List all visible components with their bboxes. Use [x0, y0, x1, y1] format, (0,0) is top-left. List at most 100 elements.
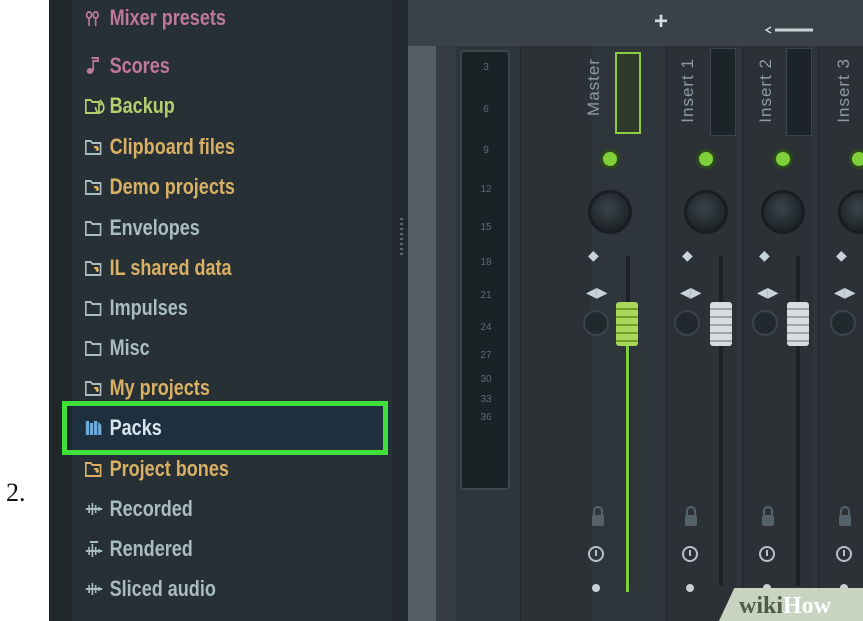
clock-icon[interactable] [759, 546, 775, 562]
volume-fader[interactable] [787, 302, 809, 346]
meter-tick: 3 [483, 62, 489, 73]
browser-item-label: Impulses [109, 295, 188, 320]
folder-icon [85, 339, 110, 357]
stereo-separation-icon[interactable]: ◆ [836, 248, 847, 262]
browser-item-label: Demo projects [109, 174, 235, 199]
browser-item-clipboard-files[interactable]: Clipboard files [85, 127, 235, 167]
swap-channels-icon[interactable]: ◀▶ [834, 284, 856, 301]
meter-tick: 15 [480, 222, 492, 233]
browser-item-label: Envelopes [109, 215, 200, 240]
browser-item-envelopes[interactable]: Envelopes [85, 208, 200, 248]
track-enable-led[interactable] [699, 152, 713, 166]
browser-edge [49, 0, 72, 621]
meter-tick: 24 [480, 322, 492, 333]
route-dot[interactable] [686, 584, 694, 592]
track-name: Insert 3 [834, 58, 853, 123]
browser-item-scores[interactable]: Scores [85, 46, 170, 86]
folder-link-icon [85, 460, 110, 478]
meter-tick: 18 [480, 257, 492, 268]
browser-item-label: Clipboard files [109, 134, 235, 159]
waveform-icon [85, 500, 110, 518]
folder-link-icon [85, 138, 110, 156]
swap-channels-icon[interactable]: ◀▶ [757, 284, 779, 301]
browser-item-label: Project bones [109, 456, 229, 481]
meter-tick: 9 [483, 145, 489, 156]
track-enable-led[interactable] [776, 152, 790, 166]
route-dot[interactable] [592, 584, 600, 592]
watermark-part: wiki [739, 593, 784, 619]
track-name: Insert 2 [756, 58, 775, 123]
browser-item-recorded[interactable]: Recorded [85, 489, 193, 529]
meter-tick: 12 [480, 184, 492, 195]
browser-item-rendered[interactable]: Rendered [85, 529, 193, 569]
browser-item-il-shared-data[interactable]: IL shared data [85, 248, 232, 288]
swap-channels-icon[interactable]: ◀▶ [680, 284, 702, 301]
meter-tick: 36 [480, 412, 492, 423]
lock-icon[interactable] [761, 506, 775, 528]
splitter-grip[interactable] [400, 218, 403, 258]
master-level-line [626, 330, 629, 592]
lock-icon[interactable] [684, 506, 698, 528]
clock-icon[interactable] [682, 546, 698, 562]
folder-icon [85, 219, 110, 237]
lock-icon[interactable] [838, 506, 852, 528]
panel-splitter[interactable] [392, 0, 408, 621]
stereo-knob[interactable] [830, 310, 856, 336]
browser-item-impulses[interactable]: Impulses [85, 288, 188, 328]
browser-item-label: IL shared data [109, 255, 232, 280]
backup-folder-icon [85, 97, 110, 115]
level-meter-scale: 3 6 9 12 15 18 21 24 27 30 33 36 [460, 50, 510, 490]
track-enable-led[interactable] [603, 152, 617, 166]
browser-item-sliced-audio[interactable]: Sliced audio [85, 569, 216, 609]
wikihow-watermark: wikiHow [739, 593, 831, 620]
browser-item-label: Misc [109, 335, 150, 360]
master-meter-window [615, 52, 641, 134]
swap-channels-icon[interactable]: ◀▶ [586, 284, 608, 301]
browser-item-backup[interactable]: Backup [85, 86, 175, 126]
meter-tick: 6 [483, 104, 489, 115]
stereo-knob[interactable] [583, 310, 609, 336]
stereo-separation-icon[interactable]: ◆ [682, 248, 693, 262]
browser-item-demo-projects[interactable]: Demo projects [85, 167, 235, 207]
mixer-panel: + 3 6 9 12 15 18 21 24 27 30 33 36 Maste… [408, 0, 863, 621]
volume-fader[interactable] [616, 302, 638, 346]
mixer-scrollbar[interactable] [408, 46, 436, 621]
browser-item-label: Backup [109, 93, 175, 118]
browser-panel: Mixer presets Scores Backup Clipboard fi… [49, 0, 399, 621]
pan-knob[interactable] [684, 190, 728, 234]
packs-highlight-box [62, 401, 388, 455]
pan-knob[interactable] [761, 190, 805, 234]
step-number: 2. [6, 478, 26, 507]
stereo-knob[interactable] [674, 310, 700, 336]
browser-item-mixer-presets[interactable]: Mixer presets [85, 0, 226, 38]
stereo-separation-icon[interactable]: ◆ [588, 248, 599, 262]
folder-link-icon [85, 178, 110, 196]
add-track-button[interactable]: + [654, 8, 668, 36]
clock-icon[interactable] [836, 546, 852, 562]
browser-item-label: Rendered [109, 536, 193, 561]
lock-icon[interactable] [591, 506, 605, 528]
track-enable-led[interactable] [852, 152, 863, 166]
insert-meter-window [710, 48, 736, 136]
mixer-strip-master[interactable] [520, 46, 591, 621]
browser-item-label: Mixer presets [109, 5, 226, 30]
clock-icon[interactable] [588, 546, 604, 562]
volume-fader[interactable] [710, 302, 732, 346]
pan-knob[interactable] [588, 190, 632, 234]
mixer-presets-icon [85, 9, 110, 27]
mixer-toolbar [408, 0, 863, 46]
folder-link-icon [85, 259, 110, 277]
browser-item-misc[interactable]: Misc [85, 328, 150, 368]
arrow-left-icon[interactable] [763, 24, 818, 36]
stereo-separation-icon[interactable]: ◆ [759, 248, 770, 262]
browser-item-label: Recorded [109, 496, 193, 521]
meter-tick: 30 [480, 374, 492, 385]
insert-meter-window [786, 48, 812, 136]
browser-item-label: Sliced audio [109, 576, 216, 601]
watermark-part: How [783, 593, 832, 619]
music-note-icon [85, 56, 110, 76]
browser-item-project-bones[interactable]: Project bones [85, 449, 229, 489]
mixer-shade [436, 46, 456, 621]
folder-link-icon [85, 379, 110, 397]
stereo-knob[interactable] [752, 310, 778, 336]
